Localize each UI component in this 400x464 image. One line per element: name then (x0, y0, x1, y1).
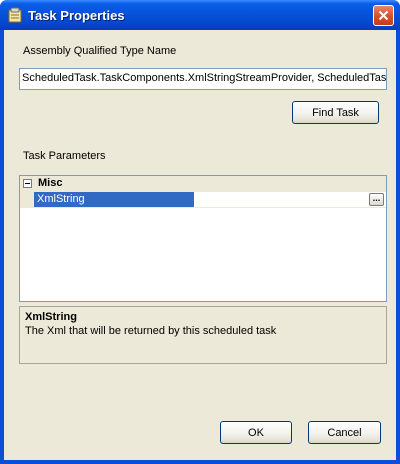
ellipsis-button[interactable]: ... (369, 193, 384, 206)
assembly-type-input[interactable]: ScheduledTask.TaskComponents.XmlStringSt… (19, 68, 387, 90)
property-value-field[interactable] (195, 192, 386, 208)
dialog-body: Assembly Qualified Type Name ScheduledTa… (4, 30, 396, 460)
ok-button[interactable]: OK (220, 421, 292, 444)
description-text: The Xml that will be returned by this sc… (25, 325, 277, 337)
assembly-type-label: Assembly Qualified Type Name (23, 45, 177, 57)
find-task-button[interactable]: Find Task (292, 101, 379, 124)
cancel-button[interactable]: Cancel (308, 421, 381, 444)
title-bar[interactable]: Task Properties (0, 0, 400, 30)
property-grid[interactable]: Misc XmlString ... (19, 175, 387, 302)
window-title: Task Properties (28, 8, 125, 23)
description-title: XmlString (25, 311, 77, 323)
close-button[interactable] (373, 5, 394, 26)
property-name[interactable]: XmlString (34, 192, 194, 208)
task-parameters-label: Task Parameters (23, 150, 106, 162)
description-panel: XmlString The Xml that will be returned … (19, 306, 387, 364)
close-icon (378, 10, 389, 21)
category-row-misc[interactable]: Misc (20, 176, 386, 192)
row-margin (20, 192, 34, 208)
property-row-xmlstring[interactable]: XmlString ... (20, 192, 386, 208)
dialog-window: Task Properties Assembly Qualified Type … (0, 0, 400, 464)
task-properties-icon (7, 7, 23, 23)
collapse-icon[interactable] (23, 179, 32, 188)
category-label: Misc (38, 177, 63, 189)
